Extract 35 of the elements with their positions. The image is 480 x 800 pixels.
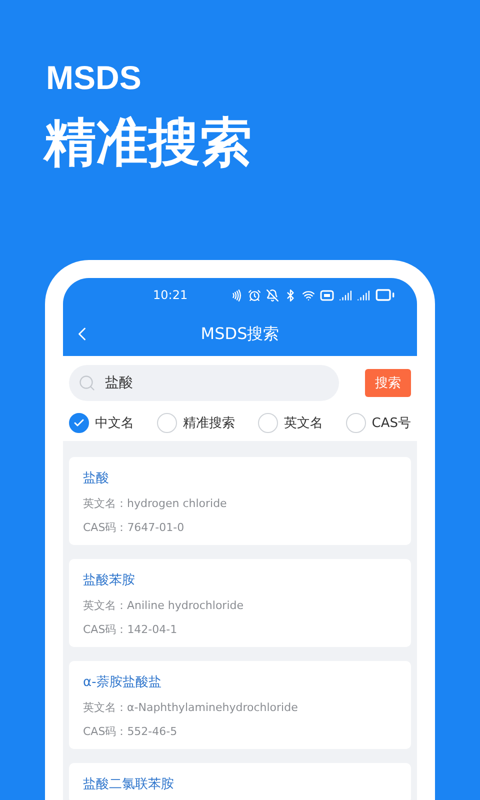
option-label: 英文名 [284, 415, 323, 432]
bell-off-icon [266, 288, 279, 302]
result-name: 盐酸 [83, 470, 110, 487]
hd-icon [320, 290, 334, 300]
result-name: α-萘胺盐酸盐 [83, 674, 162, 691]
nfc-icon [230, 288, 243, 302]
status-time: 10:21 [153, 288, 188, 302]
alarm-icon [248, 288, 261, 302]
brand-title: MSDS [46, 58, 142, 98]
result-name: 盐酸苯胺 [83, 572, 136, 589]
wifi-icon [302, 288, 315, 302]
check-icon [73, 417, 85, 429]
english-name: 英文名：Aniline hydrochloride [83, 598, 245, 613]
option-label: 精准搜索 [182, 415, 235, 432]
option-label: CAS号 [372, 415, 411, 432]
search-icon [78, 374, 96, 392]
result-card[interactable]: 盐酸 英文名：hydrogen chloride CAS码：7647-01-0 [69, 457, 411, 545]
result-card[interactable]: 盐酸苯胺 英文名：Aniline hydrochloride CAS码：142-04-1 [69, 559, 411, 647]
cas-number: CAS码：552-46-5 [83, 724, 178, 739]
search-button[interactable]: 搜索 [365, 369, 411, 397]
signal-icon [339, 288, 352, 302]
english-name: 英文名：α-Naphthylaminehydrochloride [83, 700, 299, 715]
result-card[interactable]: 盐酸二氯联苯胺 [69, 763, 411, 800]
search-field[interactable]: 盐酸 [69, 365, 339, 401]
cas-number: CAS码：7647-01-0 [83, 520, 186, 535]
signal-icon [357, 288, 370, 302]
headline: 精准搜索 [44, 112, 253, 175]
bluetooth-icon [284, 288, 297, 302]
result-name: 盐酸二氯联苯胺 [83, 776, 175, 793]
result-card[interactable]: α-萘胺盐酸盐 英文名：α-Naphthylaminehydrochloride CAS码：552-46-5 [69, 661, 411, 749]
nav-title: MSDS搜索 [200, 324, 280, 344]
radio-button[interactable] [69, 413, 89, 433]
english-name: 英文名：hydrogen chloride [83, 496, 228, 511]
cas-number: CAS码：142-04-1 [83, 622, 178, 637]
option-label: 中文名 [95, 415, 134, 432]
